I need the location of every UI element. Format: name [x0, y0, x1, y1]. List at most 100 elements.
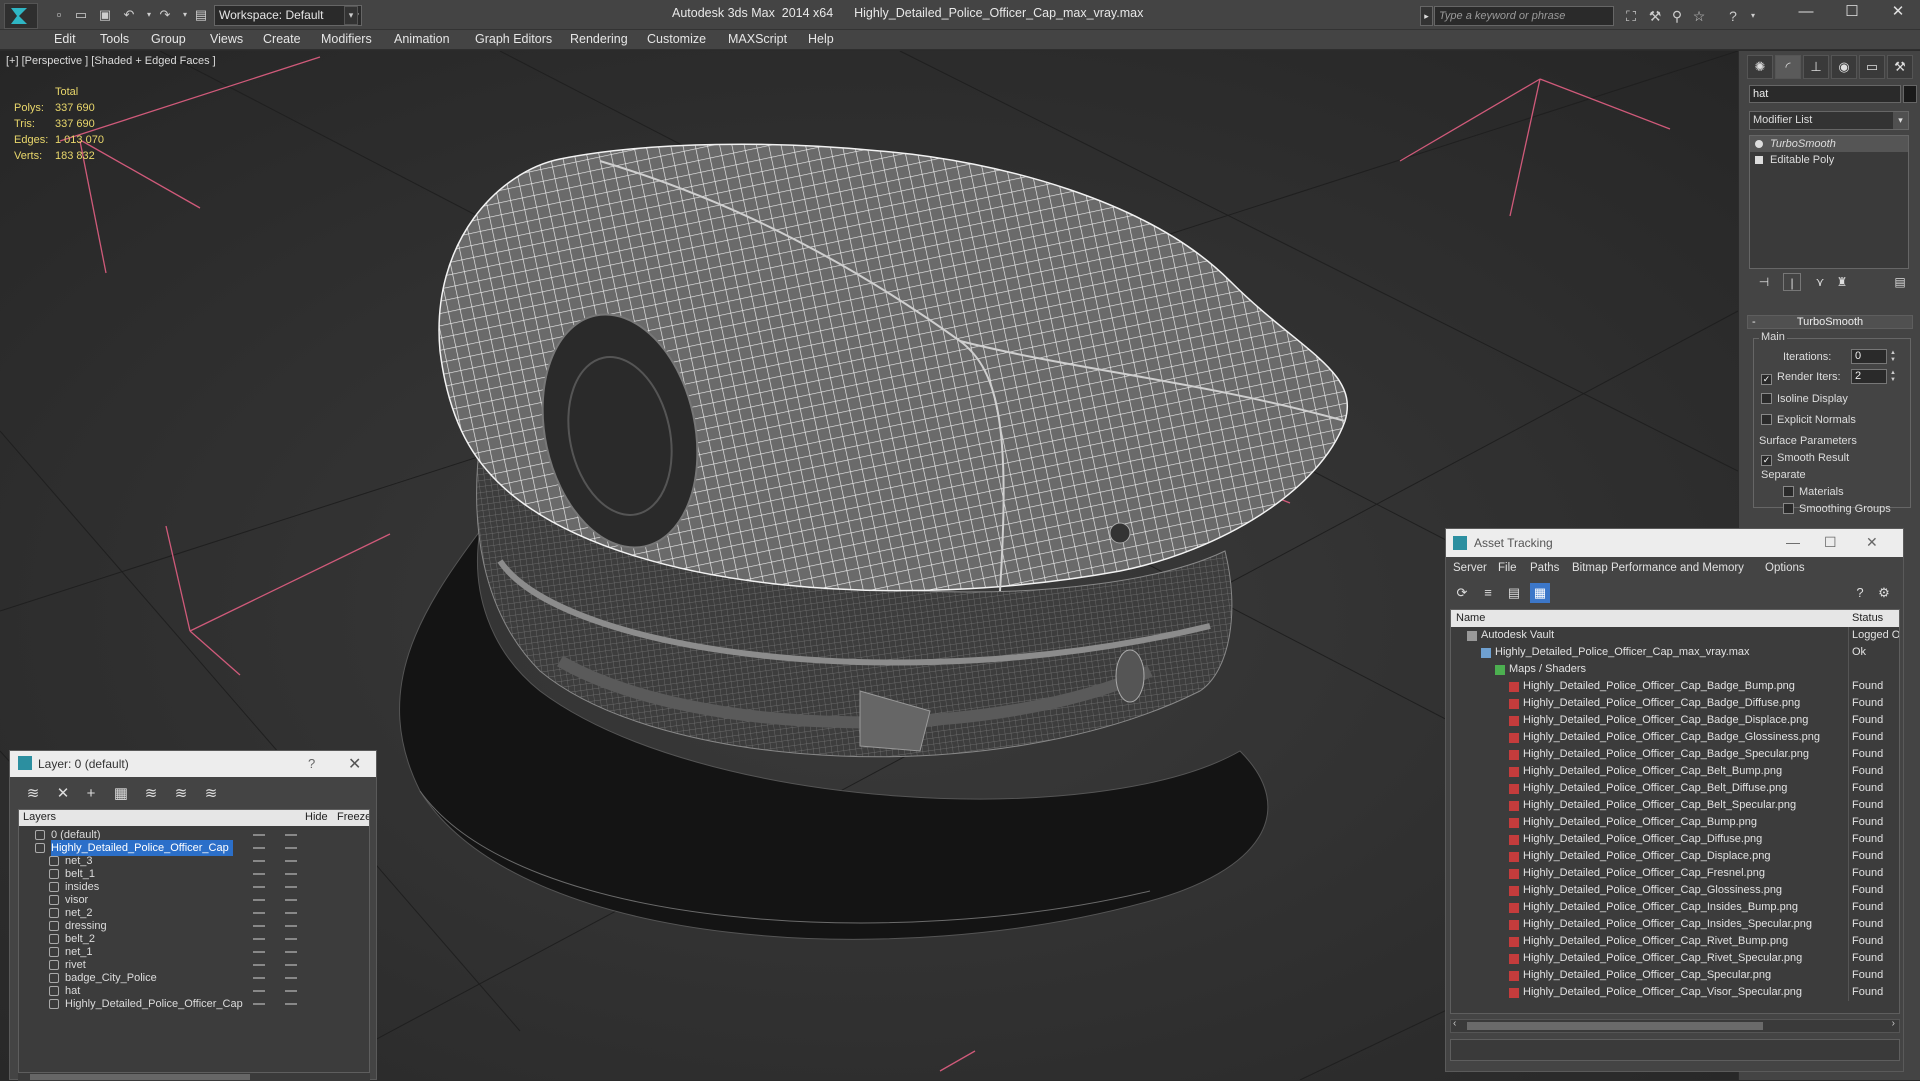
- modify-tab-icon[interactable]: ◜: [1775, 55, 1801, 79]
- asset-row[interactable]: Autodesk Vault Logged O: [1451, 627, 1899, 644]
- layer-dialog-titlebar[interactable]: Layer: 0 (default) ? ✕: [10, 751, 376, 777]
- menu-tools[interactable]: Tools: [100, 32, 129, 46]
- smooth-result-row[interactable]: ✓ Smooth Result: [1761, 452, 1849, 466]
- hide-toggle[interactable]: [253, 925, 265, 927]
- menu-create[interactable]: Create: [263, 32, 301, 46]
- menu-modifiers[interactable]: Modifiers: [321, 32, 372, 46]
- asset-row[interactable]: Highly_Detailed_Police_Officer_Cap_Specu…: [1451, 967, 1899, 984]
- freeze-toggle[interactable]: [285, 912, 297, 914]
- freeze-toggle[interactable]: [285, 860, 297, 862]
- asset-row[interactable]: Highly_Detailed_Police_Officer_Cap_Badge…: [1451, 746, 1899, 763]
- favorites-icon[interactable]: ☆: [1690, 7, 1708, 25]
- search-input[interactable]: Type a keyword or phrase: [1434, 6, 1614, 26]
- materials-row[interactable]: Materials: [1783, 486, 1844, 498]
- redo-icon[interactable]: ↷: [156, 6, 174, 24]
- scrollbar-thumb[interactable]: [30, 1074, 250, 1080]
- iterations-spinner[interactable]: 0: [1851, 349, 1887, 364]
- freeze-toggle[interactable]: [285, 886, 297, 888]
- asset-dialog-titlebar[interactable]: Asset Tracking — ☐ ✕: [1446, 529, 1903, 557]
- app-menu-button[interactable]: [4, 3, 38, 29]
- minimize-icon[interactable]: —: [1786, 534, 1800, 550]
- utilities-tab-icon[interactable]: ⚒: [1887, 55, 1913, 79]
- undo-icon[interactable]: ↶: [120, 6, 138, 24]
- render-iters-checkbox[interactable]: ✓: [1761, 374, 1772, 385]
- isoline-display-checkbox[interactable]: [1761, 393, 1772, 404]
- asset-row[interactable]: Highly_Detailed_Police_Officer_Cap_Badge…: [1451, 678, 1899, 695]
- asset-row[interactable]: Highly_Detailed_Police_Officer_Cap_Fresn…: [1451, 865, 1899, 882]
- layer-row[interactable]: Highly_Detailed_Police_Officer_Cap: [19, 996, 369, 1012]
- scroll-left-icon[interactable]: ‹: [1453, 1018, 1456, 1029]
- delete-layer-icon[interactable]: ✕: [52, 783, 74, 805]
- hide-toggle[interactable]: [253, 899, 265, 901]
- col-layers[interactable]: Layers: [23, 811, 56, 823]
- asset-menu-paths[interactable]: Paths: [1530, 562, 1559, 574]
- motion-tab-icon[interactable]: ◉: [1831, 55, 1857, 79]
- menu-group[interactable]: Group: [151, 32, 186, 46]
- highlight-layer-icon[interactable]: ≋: [140, 783, 162, 805]
- materials-checkbox[interactable]: [1783, 486, 1794, 497]
- maximize-icon[interactable]: ☐: [1824, 534, 1837, 551]
- make-unique-icon[interactable]: ⋎: [1811, 273, 1829, 291]
- asset-menu-bitmap[interactable]: Bitmap Performance and Memory: [1572, 562, 1744, 574]
- menu-graph-editors[interactable]: Graph Editors: [475, 32, 552, 46]
- hide-all-layers-icon[interactable]: ≋: [170, 783, 192, 805]
- show-end-result-icon[interactable]: |: [1783, 273, 1801, 291]
- col-hide[interactable]: Hide: [305, 811, 328, 823]
- list-view-icon[interactable]: ≡: [1478, 583, 1498, 603]
- spinner-arrows-icon[interactable]: ▲ ▼: [1889, 350, 1897, 365]
- asset-horizontal-scrollbar[interactable]: ‹ ›: [1450, 1018, 1900, 1033]
- asset-row[interactable]: Highly_Detailed_Police_Officer_Cap_Rivet…: [1451, 950, 1899, 967]
- freeze-all-layers-icon[interactable]: ≋: [200, 783, 222, 805]
- maximize-icon[interactable]: ☐: [1830, 0, 1874, 26]
- asset-row[interactable]: Highly_Detailed_Police_Officer_Cap_Displ…: [1451, 848, 1899, 865]
- help-icon[interactable]: ?: [1724, 7, 1742, 25]
- freeze-toggle[interactable]: [285, 990, 297, 992]
- communication-center-icon[interactable]: ⚲: [1668, 7, 1686, 25]
- asset-row[interactable]: Highly_Detailed_Police_Officer_Cap_Belt_…: [1451, 763, 1899, 780]
- freeze-toggle[interactable]: [285, 873, 297, 875]
- hide-toggle[interactable]: [253, 951, 265, 953]
- asset-row[interactable]: Highly_Detailed_Police_Officer_Cap_Diffu…: [1451, 831, 1899, 848]
- hide-toggle[interactable]: [253, 1003, 265, 1005]
- hide-toggle[interactable]: [253, 912, 265, 914]
- save-file-icon[interactable]: ▣: [96, 6, 114, 24]
- turbosmooth-rollout-header[interactable]: - TurboSmooth: [1747, 315, 1913, 329]
- render-iters-spinner[interactable]: 2: [1851, 369, 1887, 384]
- layer-name[interactable]: Highly_Detailed_Police_Officer_Cap: [65, 996, 247, 1012]
- quick-access-dropdown[interactable]: ▾: [344, 6, 358, 25]
- col-status[interactable]: Status: [1852, 612, 1883, 624]
- menu-maxscript[interactable]: MAXScript: [728, 32, 787, 46]
- asset-row[interactable]: Highly_Detailed_Police_Officer_Cap_Badge…: [1451, 712, 1899, 729]
- help-icon[interactable]: ?: [1850, 583, 1870, 603]
- asset-row[interactable]: Maps / Shaders: [1451, 661, 1899, 678]
- asset-row[interactable]: Highly_Detailed_Police_Officer_Cap_Belt_…: [1451, 797, 1899, 814]
- smoothing-groups-checkbox[interactable]: [1783, 503, 1794, 514]
- modifier-list-dropdown[interactable]: Modifier List ▾: [1749, 111, 1909, 130]
- hide-toggle[interactable]: [253, 860, 265, 862]
- asset-row[interactable]: Highly_Detailed_Police_Officer_Cap_Insid…: [1451, 916, 1899, 933]
- freeze-toggle[interactable]: [285, 977, 297, 979]
- search-expand-button[interactable]: ▸: [1420, 6, 1433, 26]
- freeze-toggle[interactable]: [285, 847, 297, 849]
- explicit-normals-checkbox[interactable]: [1761, 414, 1772, 425]
- workspace-dropdown[interactable]: Workspace: Default ▾: [214, 5, 362, 26]
- asset-row[interactable]: Highly_Detailed_Police_Officer_Cap_Belt_…: [1451, 780, 1899, 797]
- hierarchy-tab-icon[interactable]: ⊥: [1803, 55, 1829, 79]
- table-view-icon[interactable]: ▦: [1530, 583, 1550, 603]
- menu-customize[interactable]: Customize: [647, 32, 706, 46]
- render-iters-row[interactable]: ✓ Render Iters:: [1761, 371, 1841, 385]
- remove-modifier-icon[interactable]: ♜: [1833, 273, 1851, 291]
- spinner-arrows-icon[interactable]: ▲ ▼: [1889, 370, 1897, 385]
- freeze-toggle[interactable]: [285, 1003, 297, 1005]
- scroll-right-icon[interactable]: ›: [1892, 1018, 1895, 1029]
- hide-toggle[interactable]: [253, 938, 265, 940]
- isoline-display-row[interactable]: Isoline Display: [1761, 393, 1848, 405]
- explicit-normals-row[interactable]: Explicit Normals: [1761, 414, 1856, 426]
- new-file-icon[interactable]: ▫: [50, 6, 68, 24]
- hide-toggle[interactable]: [253, 834, 265, 836]
- menu-help[interactable]: Help: [808, 32, 834, 46]
- viewport-label[interactable]: [+] [Perspective ] [Shaded + Edged Faces…: [6, 55, 216, 67]
- hide-toggle[interactable]: [253, 873, 265, 875]
- minimize-icon[interactable]: —: [1784, 0, 1828, 26]
- scrollbar-thumb[interactable]: [1467, 1022, 1763, 1030]
